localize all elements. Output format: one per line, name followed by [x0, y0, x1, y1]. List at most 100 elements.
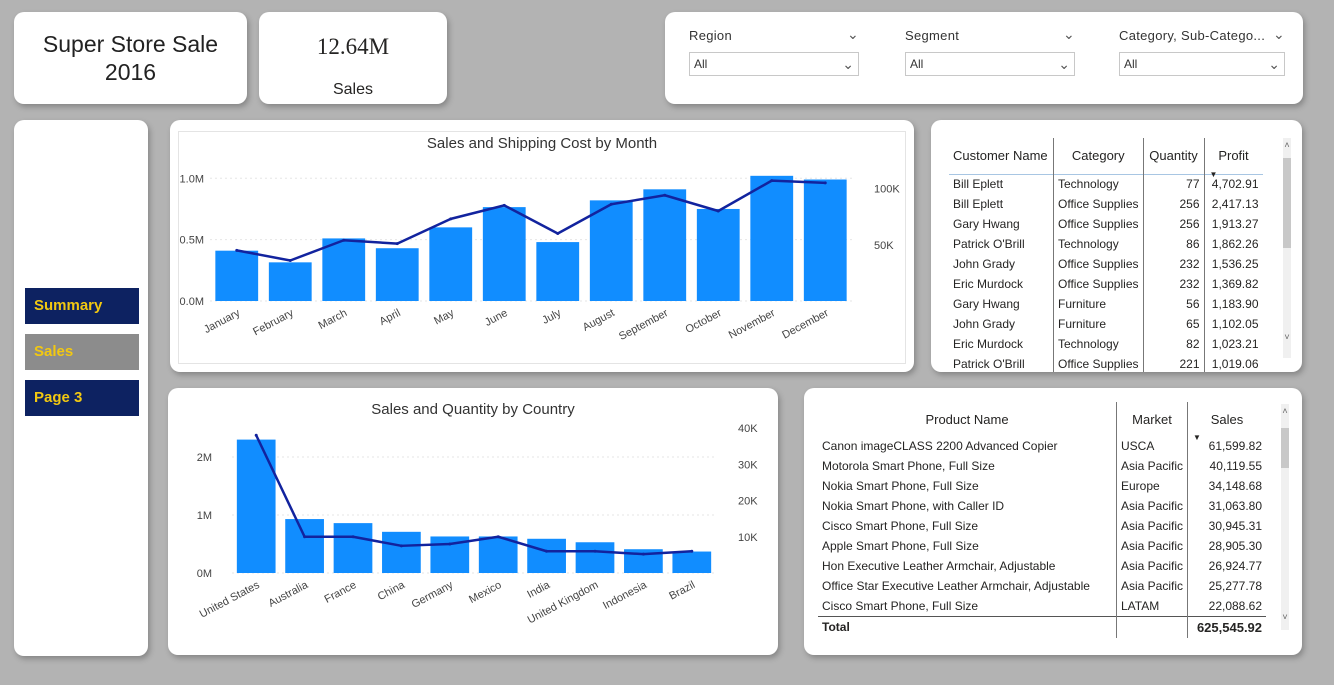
table-row[interactable]: Hon Executive Leather Armchair, Adjustab… [818, 556, 1266, 576]
table-row[interactable]: Patrick O'Brill Technology 86 1,862.26 [949, 234, 1263, 254]
bar[interactable] [333, 523, 373, 573]
table-cell: Office Supplies [1053, 194, 1144, 214]
scroll-up-icon[interactable]: ˄ [1281, 406, 1289, 416]
table-cell: 31,063.80 [1208, 499, 1263, 513]
report-title: Super Store Sale 2016 [42, 31, 219, 85]
column-header-category[interactable]: Category [1053, 138, 1144, 174]
table-row[interactable]: Cisco Smart Phone, Full Size Asia Pacific… [818, 516, 1266, 536]
table-cell: Bill Eplett [949, 194, 1054, 214]
table-scrollbar[interactable]: ˄ ˅ [1281, 404, 1289, 630]
bar[interactable] [803, 179, 847, 302]
customer-profit-table: Customer Name Category Quantity Profit ▼… [931, 120, 1302, 372]
bar[interactable] [696, 208, 740, 301]
bar[interactable] [215, 250, 259, 301]
table-cell: 232 [1143, 274, 1205, 294]
table-row[interactable]: Nokia Smart Phone, with Caller ID Asia Pa… [818, 496, 1266, 516]
bar[interactable] [672, 551, 712, 573]
category-slicer-header[interactable]: Category, Sub-Catego... ⌄ [1119, 26, 1285, 46]
sales-quantity-chart[interactable]: 2M 1M 0M 40K 30K 20K 10K United States Australia… [168, 388, 778, 655]
table-cell: 1,369.82 [1211, 277, 1259, 291]
bar[interactable] [375, 248, 419, 301]
bar[interactable] [527, 538, 566, 573]
table-cell: Bill Eplett [949, 174, 1054, 194]
table-scrollbar[interactable]: ˄ ˅ [1283, 138, 1291, 358]
table-row[interactable]: John Grady Furniture 65 1,102.05 [949, 314, 1263, 334]
segment-dropdown[interactable]: All ⌄ [905, 52, 1075, 76]
column-header-market[interactable]: Market [1116, 402, 1189, 436]
table-cell: Technology [1053, 234, 1144, 254]
column-header-profit[interactable]: Profit ▼ [1204, 138, 1263, 178]
table-cell: 2,417.13 [1211, 197, 1259, 211]
bar[interactable] [382, 531, 421, 573]
chevron-down-icon[interactable]: ⌄ [1063, 26, 1075, 43]
table-row[interactable]: Gary Hwang Office Supplies 256 1,913.27 [949, 214, 1263, 234]
table-row[interactable]: Nokia Smart Phone, Full Size Europe 34,148… [818, 476, 1266, 496]
column-header-sales[interactable]: Sales ▼ [1188, 402, 1267, 443]
scroll-down-icon[interactable]: ˅ [1281, 612, 1289, 622]
nav-page3-button[interactable]: Page 3 [25, 380, 139, 416]
column-header-profit-label: Profit [1218, 148, 1249, 164]
chevron-down-icon: ⌄ [1058, 56, 1070, 72]
chevron-down-icon[interactable]: ⌄ [1273, 26, 1285, 43]
table-cell: 1,183.90 [1211, 297, 1259, 311]
region-slicer-header[interactable]: Region ⌄ [689, 26, 859, 46]
table-cell: Gary Hwang [949, 214, 1054, 234]
line-point [609, 202, 613, 206]
sales-shipping-chart[interactable]: 1.0M 0.5M 0.0M 100K 50K January February March A… [170, 120, 914, 372]
scroll-thumb[interactable] [1283, 158, 1291, 248]
bar[interactable] [236, 439, 276, 573]
table-cell: 30,945.31 [1208, 519, 1263, 533]
scroll-thumb[interactable] [1281, 428, 1289, 468]
scroll-up-icon[interactable]: ˄ [1283, 140, 1291, 150]
table-row[interactable]: John Grady Office Supplies 232 1,536.25 [949, 254, 1263, 274]
table-row[interactable]: Bill Eplett Office Supplies 256 2,417.13 [949, 194, 1263, 214]
nav-summary-button[interactable]: Summary [25, 288, 139, 324]
segment-slicer-header[interactable]: Segment ⌄ [905, 26, 1075, 46]
bar[interactable] [536, 242, 580, 301]
table-cell: 65 [1143, 314, 1205, 334]
table-row[interactable]: Office Star Executive Leather Armchair, … [818, 576, 1266, 596]
y2-tick-label: 20K [738, 496, 758, 508]
table-cell: John Grady [949, 314, 1054, 334]
table-cell: John Grady [949, 254, 1054, 274]
table-row[interactable]: Cisco Smart Phone, Full Size LATAM 22,088.… [818, 596, 1266, 616]
category-dropdown[interactable]: All ⌄ [1119, 52, 1285, 76]
table-row[interactable]: Gary Hwang Furniture 56 1,183.90 [949, 294, 1263, 314]
line-point [254, 433, 258, 437]
bar[interactable] [575, 542, 615, 573]
table-row[interactable]: Apple Smart Phone, Full Size Asia Pacific… [818, 536, 1266, 556]
bar[interactable] [589, 200, 633, 301]
chevron-down-icon[interactable]: ⌄ [847, 26, 859, 43]
table-cell: Furniture [1053, 294, 1144, 314]
sort-desc-icon: ▼ [1209, 169, 1218, 179]
table-cell: 77 [1143, 174, 1205, 194]
table-row[interactable]: Patrick O'Brill Office Supplies 221 1,019.0… [949, 354, 1263, 372]
total-market-cell [1116, 616, 1189, 638]
bar[interactable] [643, 189, 687, 301]
table-row[interactable]: Eric Murdock Office Supplies 232 1,369.82 [949, 274, 1263, 294]
bar[interactable] [268, 262, 312, 301]
scroll-down-icon[interactable]: ˅ [1283, 332, 1291, 342]
y-tick-label: 0.0M [180, 296, 204, 308]
column-header-quantity[interactable]: Quantity [1143, 138, 1205, 174]
column-header-product[interactable]: Product Name [818, 402, 1117, 436]
x-tick-label: June [483, 307, 510, 329]
table-cell: Gary Hwang [949, 294, 1054, 314]
table-cell: LATAM [1116, 596, 1189, 616]
region-dropdown[interactable]: All ⌄ [689, 52, 859, 76]
nav-sales-button[interactable]: Sales [25, 334, 139, 370]
bar[interactable] [482, 207, 526, 301]
bar[interactable] [750, 175, 794, 301]
x-tick-label: April [378, 307, 403, 328]
bar[interactable] [285, 519, 324, 573]
bar[interactable] [429, 227, 473, 301]
line-point [502, 203, 506, 207]
category-dropdown-value: All [1124, 57, 1138, 71]
line-point [449, 217, 453, 221]
bar[interactable] [322, 238, 366, 301]
column-header-customer[interactable]: Customer Name [949, 138, 1054, 174]
line-point [556, 232, 560, 235]
x-tick-label: January [202, 307, 243, 336]
table-row[interactable]: Eric Murdock Technology 82 1,023.21 [949, 334, 1263, 354]
table-row[interactable]: Motorola Smart Phone, Full Size Asia Paci… [818, 456, 1266, 476]
